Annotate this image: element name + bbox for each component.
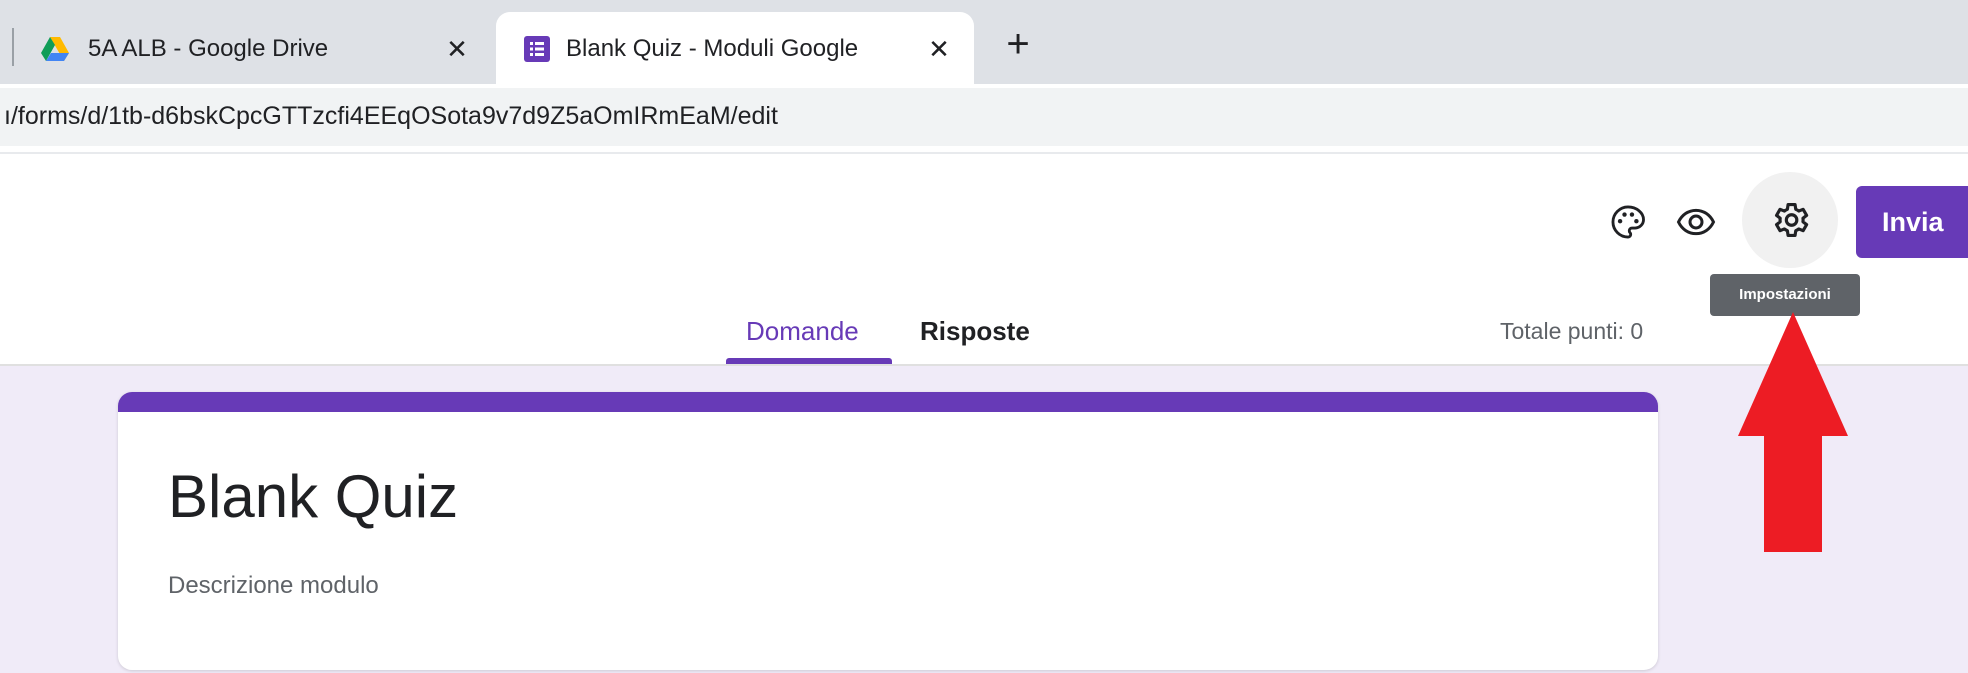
google-drive-icon <box>41 37 69 61</box>
eye-icon <box>1676 208 1716 236</box>
toolbar-divider <box>0 152 1968 154</box>
gear-icon <box>1774 203 1809 237</box>
palette-icon <box>1611 205 1645 239</box>
preview-button[interactable] <box>1666 192 1726 252</box>
tab-google-forms[interactable]: Blank Quiz - Moduli Google ✕ <box>496 12 974 84</box>
new-tab-button[interactable]: + <box>998 24 1038 66</box>
url-field[interactable]: ı/forms/d/1tb-d6bskCpcGTTzcfi4EEqOSota9v… <box>0 88 1968 146</box>
form-title[interactable]: Blank Quiz <box>168 462 458 531</box>
total-points: Totale punti: 0 <box>1500 318 1644 344</box>
settings-tooltip: Impostazioni <box>1710 274 1860 316</box>
red-arrow-annotation <box>1738 312 1848 552</box>
browser-tab-strip: 5A ALB - Google Drive ✕ Blank Quiz - Mod… <box>0 0 1968 84</box>
form-header-card: Blank Quiz Descrizione modulo <box>118 392 1658 670</box>
address-bar: ı/forms/d/1tb-d6bskCpcGTTzcfi4EEqOSota9v… <box>0 84 1968 152</box>
tab-separator <box>12 28 14 66</box>
tab-questions[interactable]: Domande <box>746 316 859 347</box>
close-icon[interactable]: ✕ <box>442 34 472 64</box>
card-accent-bar <box>118 392 1658 412</box>
tab-title: Blank Quiz - Moduli Google <box>566 35 859 62</box>
settings-button[interactable] <box>1742 172 1838 268</box>
customize-theme-button[interactable] <box>1598 192 1658 252</box>
form-description[interactable]: Descrizione modulo <box>168 572 379 600</box>
tab-responses[interactable]: Risposte <box>920 316 1030 347</box>
close-icon[interactable]: ✕ <box>924 34 954 64</box>
send-button[interactable]: Invia <box>1856 186 1968 258</box>
google-forms-icon <box>524 36 550 62</box>
tab-title: 5A ALB - Google Drive <box>88 35 329 62</box>
url-text: ı/forms/d/1tb-d6bskCpcGTTzcfi4EEqOSota9v… <box>4 102 778 130</box>
tab-google-drive[interactable]: 5A ALB - Google Drive ✕ <box>22 12 490 84</box>
